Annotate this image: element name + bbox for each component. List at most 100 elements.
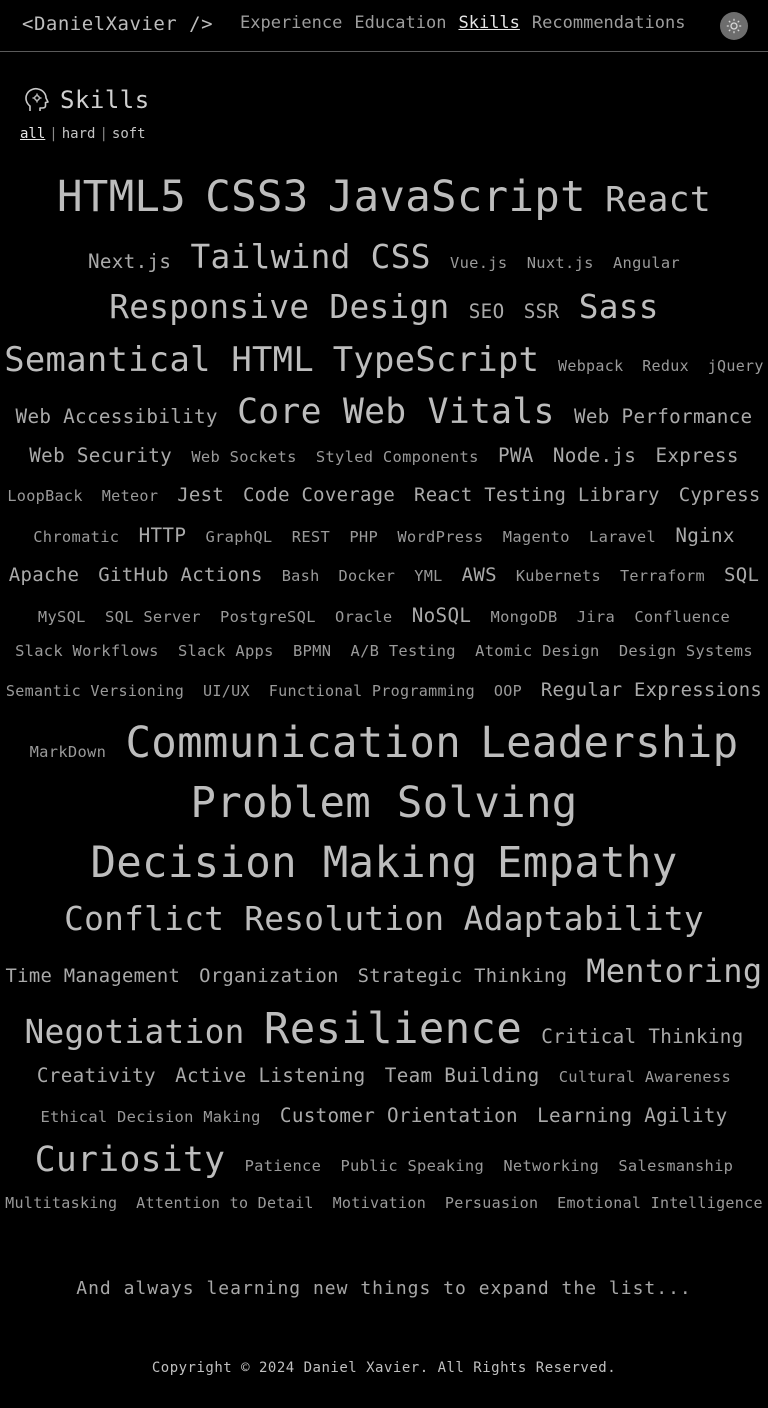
skills-row: Semantic Versioning UI/UX Functional Progr… (0, 680, 768, 708)
skills-row: Next.js Tailwind CSS Vue.js Nuxt.js Angular (0, 238, 768, 278)
skills-row: Chromatic HTTP GraphQL REST PHP WordPress Mage… (0, 524, 768, 556)
skills-row: Decision Making Empathy (0, 838, 768, 894)
skill-tag: UI/UX (202, 682, 250, 700)
skill-tag: REST (291, 528, 331, 546)
skills-row: Multitasking Attention to Detail Motivatio… (0, 1194, 768, 1226)
main-nav: Experience Education Skills Recommendati… (240, 13, 697, 33)
skills-row: Responsive Design SEO SSR Sass (0, 288, 768, 332)
skill-tag: Code Coverage (242, 484, 396, 506)
skill-tag: CSS3 (205, 172, 309, 221)
skill-tag: PHP (349, 528, 379, 546)
nav-skills[interactable]: Skills (458, 13, 519, 33)
skill-tag: Terraform (619, 567, 706, 585)
skill-tag: Decision Making (90, 838, 478, 887)
skills-row: MySQL SQL Server PostgreSQL Oracle NoSQL Mong… (0, 604, 768, 636)
skill-tag: Slack Apps (177, 642, 274, 660)
skill-tag: React (605, 180, 712, 220)
skill-tag: Team Building (384, 1064, 540, 1087)
skills-row: LoopBack Meteor Jest Code Coverage React Tes… (0, 484, 768, 516)
skill-tag: Jira (576, 608, 616, 626)
skill-tag: MySQL (37, 608, 86, 626)
skill-tag: Nuxt.js (526, 254, 594, 272)
skill-tag: Meteor (101, 487, 159, 505)
skill-tag: HTTP (138, 524, 187, 547)
skill-tag: Leadership (480, 718, 739, 767)
learning-note: And always learning new things to expand… (76, 1278, 692, 1299)
skills-heading: Skills (22, 86, 150, 114)
skill-tag: Vue.js (450, 254, 508, 272)
skill-tag: Kubernets (515, 567, 601, 585)
skill-tag: MarkDown (29, 743, 107, 761)
skill-tag: Empathy (496, 838, 678, 887)
skill-tag: Communication (125, 718, 462, 767)
skill-tag: Cultural Awareness (558, 1068, 732, 1086)
skill-tag: Redux (642, 357, 689, 375)
skill-tag: Tailwind CSS (190, 238, 431, 276)
nav-experience[interactable]: Experience (240, 13, 342, 33)
skills-row: Curiosity Patience Public Speaking Networki… (0, 1140, 768, 1188)
skill-tag: Organization (199, 966, 339, 987)
head-gear-icon (25, 87, 49, 111)
top-navigation: <DanielXavier /> Experience Education Sk… (0, 0, 768, 52)
skill-tag: SQL Server (105, 608, 201, 626)
skills-row: MarkDown Communication Leadership (0, 718, 768, 774)
skill-tag: Curiosity (34, 1140, 226, 1180)
skill-tag: Core Web Vitals (237, 392, 555, 432)
skill-tag: Patience (244, 1157, 322, 1175)
skill-tag: Jest (177, 484, 225, 506)
skill-tag: Customer Orientation (279, 1104, 518, 1127)
skill-tag: Functional Programming (268, 682, 475, 700)
skill-tag: PWA (497, 444, 534, 467)
section-title: Skills (60, 86, 150, 114)
sun-icon (726, 18, 742, 34)
skills-row: Problem Solving (0, 778, 768, 834)
skill-tag: Persuasion (444, 1194, 539, 1212)
skill-tag: Chromatic (33, 528, 120, 546)
skill-tag: Atomic Design (475, 642, 600, 660)
skill-tag: Docker (338, 567, 396, 585)
skill-tag: Semantic Versioning (5, 682, 185, 700)
skill-tag: Node.js (552, 444, 637, 467)
skills-row: Negotiation Resilience Critical Thinking (0, 1004, 768, 1060)
skill-tag: Confluence (634, 608, 731, 626)
skill-tag: Design Systems (618, 642, 753, 660)
skill-tag: Web Security (29, 444, 173, 467)
skills-row: Time Management Organization Strategic Thi… (0, 952, 768, 996)
brand-logo[interactable]: <DanielXavier /> (22, 13, 213, 35)
skill-tag: Motivation (332, 1194, 427, 1212)
skill-tag: Problem Solving (190, 778, 578, 827)
skill-tag: jQuery (707, 357, 764, 375)
skill-tag: Salesmanship (618, 1157, 734, 1175)
skill-tag: Strategic Thinking (357, 966, 568, 987)
skills-row: Apache GitHub Actions Bash Docker YML AWS Kube… (0, 564, 768, 596)
skill-tag: React Testing Library (414, 484, 660, 506)
skill-tag: BPMN (292, 642, 332, 660)
filter-all[interactable]: all (20, 126, 45, 142)
nav-education[interactable]: Education (354, 13, 446, 33)
filter-soft[interactable]: soft (112, 126, 146, 142)
skills-row: Conflict Resolution Adaptability (0, 900, 768, 944)
skill-tag: OOP (493, 682, 522, 700)
nav-recommendations[interactable]: Recommendations (532, 13, 686, 33)
skill-tag: NoSQL (411, 604, 472, 627)
skills-row: Web Security Web Sockets Styled Components… (0, 444, 768, 476)
skill-tag: Webpack (558, 357, 624, 375)
skill-tag: Express (655, 444, 739, 467)
skills-row: Ethical Decision Making Customer Orientat… (0, 1104, 768, 1136)
copyright: Copyright © 2024 Daniel Xavier. All Righ… (151, 1360, 617, 1376)
filter-hard[interactable]: hard (62, 126, 96, 142)
skill-tag: Nginx (675, 524, 735, 547)
skill-tag: Networking (503, 1157, 600, 1175)
skill-tag: TypeScript (332, 340, 540, 379)
skill-tag: Responsive Design (109, 288, 450, 326)
skill-tag: Resilience (263, 1004, 523, 1053)
theme-toggle-button[interactable] (720, 12, 748, 40)
skill-tag: Ethical Decision Making (40, 1108, 261, 1126)
skill-tag: Conflict Resolution (64, 900, 445, 938)
skill-tag: SQL (724, 564, 760, 586)
skill-tag: Critical Thinking (541, 1025, 744, 1048)
skills-row: Semantical HTML TypeScript Webpack Redux jQu… (0, 340, 768, 384)
skill-tag: Web Sockets (191, 448, 297, 466)
skill-tag: Styled Components (315, 448, 479, 466)
skill-tag: PostgreSQL (220, 608, 316, 626)
